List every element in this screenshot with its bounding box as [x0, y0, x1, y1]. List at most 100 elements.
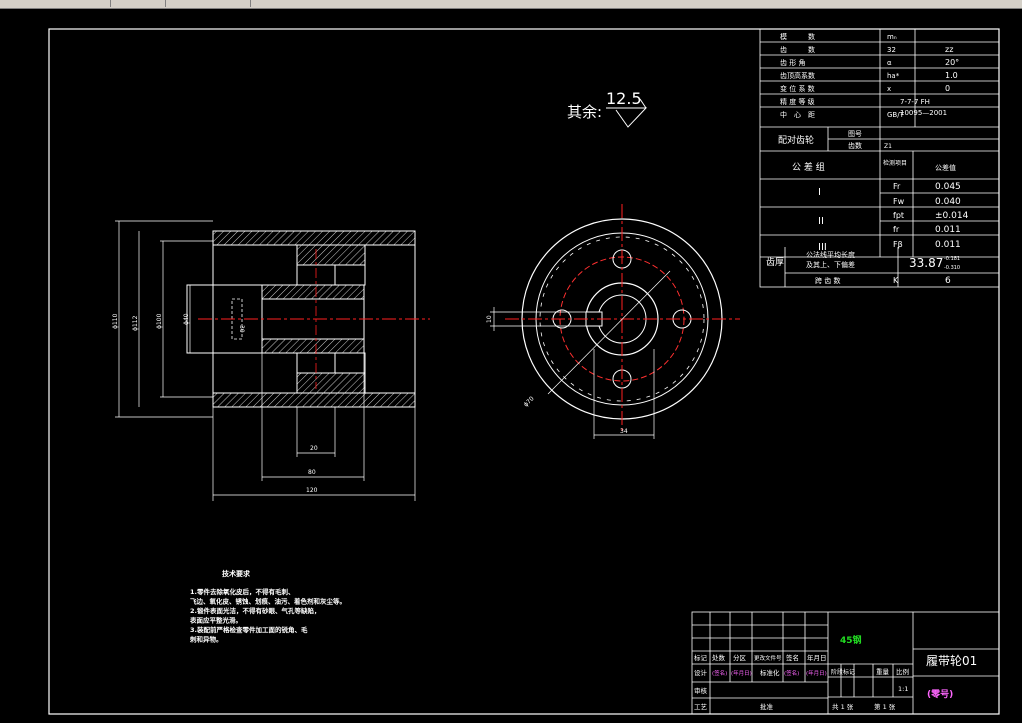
tolerance-value-header: 公差值: [935, 163, 956, 172]
tolerance-group-header: 公 差 组: [792, 161, 825, 173]
tooth-thickness-label: 齿厚: [766, 257, 784, 268]
param-name: 齿 数: [780, 45, 815, 54]
tolerance-value: ±0.014: [935, 211, 969, 221]
dim-w120: 120: [306, 487, 318, 494]
param-name: 齿顶高系数: [780, 71, 815, 80]
param-symbol: x: [887, 85, 891, 93]
rim-top-hatch: [212, 230, 416, 246]
title-bar-segment: [0, 0, 111, 7]
design-label: 设计: [694, 668, 708, 677]
material: 45钢: [840, 634, 862, 646]
tech-notes-title: 技术要求: [222, 569, 251, 578]
tolerance-item: fpt: [893, 211, 904, 220]
hdr-count: 处数: [712, 653, 726, 662]
tolerance-value: 0.011: [935, 240, 961, 250]
tolerance-group: I: [818, 187, 821, 198]
tech-note-line: 2.锻件表面光洁，不得有砂眼、气孔等缺陷，: [190, 606, 321, 615]
param-name: 变 位 系 数: [780, 84, 815, 93]
title-block-text: 45钢 履带轮01 (零号) 标记 处数 分区 更改文件号 签名 年月日 设计 …: [694, 634, 977, 711]
param-value: 20°: [945, 58, 959, 67]
mating-row-value: Z1: [884, 143, 892, 150]
param-name: 模 数: [780, 32, 815, 41]
technical-requirements: 技术要求 1.零件去除氧化皮后，不得有毛刺、飞边、氧化皮、锈蚀、划痕、油污、着色…: [189, 569, 346, 644]
hdr-date: 年月日: [807, 653, 827, 662]
dim-w80: 80: [308, 469, 316, 476]
surface-finish-label: 其余:: [567, 103, 602, 121]
param-name: 中 心 距: [780, 110, 815, 119]
dim-k10: 10: [486, 315, 493, 323]
param-name: 齿 形 角: [780, 58, 805, 67]
process-label: 工艺: [694, 703, 708, 711]
drawing-canvas: 其余: 12.5 ϕ110 ϕ112 ϕ100 ϕ40 30 20 80 120…: [48, 28, 1000, 715]
dim-w30: 30: [238, 325, 245, 333]
span-value: 6: [945, 276, 951, 286]
param-value: 1.0: [945, 71, 958, 80]
tech-note-line: 刺和异物。: [189, 635, 223, 644]
stage-label: 阶段标记: [831, 668, 855, 676]
param-symbol: 32: [887, 46, 896, 54]
scale-label: 比例: [896, 667, 909, 676]
dim-d112: ϕ112: [132, 315, 139, 331]
thickness-desc: 及其上、下偏差: [806, 260, 855, 269]
rim-bottom-hatch: [212, 392, 416, 408]
hdr-zone: 分区: [733, 653, 747, 662]
review-label: 审核: [694, 686, 708, 695]
section-view: ϕ110 ϕ112 ϕ100 ϕ40 30 20 80 120: [112, 220, 430, 501]
tolerance-item-header: 检测项目: [883, 159, 907, 167]
param-value: 10095—2001: [900, 109, 947, 117]
drawing-number: (零号): [927, 689, 953, 700]
gear-parameter-table: [759, 28, 1000, 288]
hub-bottom-hatch: [261, 338, 365, 354]
tech-note-line: 飞边、氧化皮、锈蚀、划痕、油污、着色剂和灰尘等。: [190, 597, 346, 606]
mating-gear-label: 配对齿轮: [778, 134, 814, 146]
tolerance-group: II: [818, 216, 824, 227]
approve-label: 批准: [760, 702, 774, 711]
mating-row-name: 齿数: [848, 141, 862, 150]
dim-w34: 34: [620, 428, 628, 435]
std-date: (年月日): [806, 669, 827, 677]
std-label: 标准化: [760, 668, 780, 677]
scale-value: 1:1: [898, 685, 908, 693]
thickness-upper: -0.181: [944, 256, 960, 262]
tech-note-line: 1.零件去除氧化皮后，不得有毛刺、: [190, 587, 295, 596]
design-date: (年月日): [731, 669, 752, 677]
hdr-sign: 签名: [786, 653, 799, 662]
hub-top-hatch: [261, 284, 365, 300]
param-symbol: mₙ: [887, 33, 897, 41]
tolerance-value: 0.011: [935, 225, 961, 235]
hdr-doc: 更改文件号: [754, 654, 782, 662]
thickness-lower: -0.310: [944, 265, 960, 271]
part-name: 履带轮01: [926, 654, 977, 668]
sheet-number: 第 1 张: [874, 702, 896, 711]
tolerance-value: 0.045: [935, 182, 961, 192]
tolerance-item: Fw: [893, 197, 905, 206]
param-value: 0: [945, 84, 950, 93]
tolerance-value: 0.040: [935, 197, 961, 207]
dim-d40: ϕ40: [183, 313, 190, 325]
surface-finish-value: 12.5: [606, 89, 642, 108]
front-view: 10 34 ϕ70: [486, 204, 740, 439]
span-symbol: K: [893, 276, 899, 285]
sheets-total: 共 1 张: [832, 702, 854, 711]
tolerance-item: fr: [893, 225, 900, 234]
title-bar-segment: [110, 0, 166, 7]
thickness-value: 33.87: [909, 256, 943, 270]
dim-d110: ϕ110: [112, 313, 119, 329]
dim-w20: 20: [310, 445, 318, 452]
span-label: 跨 齿 数: [815, 276, 840, 285]
weight-label: 重量: [876, 668, 890, 676]
tolerance-item: Fβ: [893, 240, 903, 249]
dim-d100: ϕ100: [156, 313, 163, 329]
design-sign: (签名): [712, 669, 727, 677]
mating-row-name: 图号: [848, 130, 862, 138]
thickness-desc: 公法线平均长度: [806, 250, 855, 259]
hdr-mark: 标记: [694, 653, 708, 662]
param-name: 精 度 等 级: [780, 97, 815, 106]
tech-note-line: 3.装配前严格检查零件加工面的锐角、毛: [190, 625, 308, 634]
title-bar-segment: [165, 0, 251, 7]
tolerance-item: Fr: [893, 182, 901, 191]
param-symbol: ha*: [887, 72, 900, 80]
dim-r70: ϕ70: [522, 395, 535, 408]
web-bottom-hatch: [296, 372, 366, 394]
param-value: zz: [945, 45, 953, 54]
